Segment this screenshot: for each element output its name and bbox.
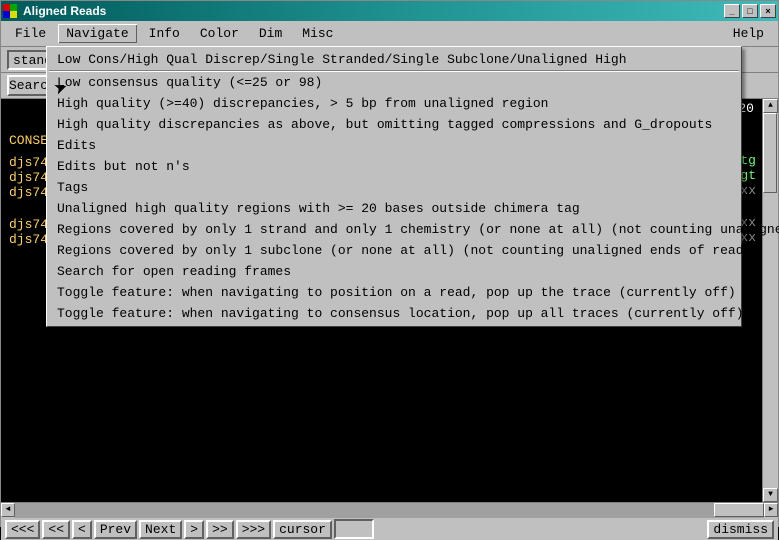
read-label-4: djs74 [9,217,48,232]
menu-info[interactable]: Info [141,24,188,43]
nav-dd-item-12[interactable]: Toggle feature: when navigating to conse… [47,303,741,324]
navigate-menu-dropdown: Low Cons/High Qual Discrep/Single Strand… [46,46,742,327]
menu-navigate[interactable]: Navigate [58,24,136,43]
nav-next-button[interactable]: Next [139,520,182,539]
nav-prevset-button[interactable]: << [42,520,70,539]
scroll-right-icon[interactable]: ► [764,503,778,517]
nav-dd-item-3[interactable]: High quality discrepancies as above, but… [47,114,741,135]
nav-dd-item-4[interactable]: Edits [47,135,741,156]
menu-help[interactable]: Help [725,24,772,43]
window-buttons: _ □ × [724,4,776,18]
cursor-button[interactable]: cursor [273,520,332,539]
nav-dd-item-8[interactable]: Regions covered by only 1 strand and onl… [47,219,741,240]
nav-dd-item-7[interactable]: Unaligned high quality regions with >= 2… [47,198,741,219]
nav-dd-item-1[interactable]: Low consensus quality (<=25 or 98) [47,72,741,93]
menu-dim[interactable]: Dim [251,24,290,43]
menu-file[interactable]: File [7,24,54,43]
nav-dd-item-5[interactable]: Edits but not n's [47,156,741,177]
nav-first-button[interactable]: <<< [5,520,40,539]
vertical-scrollbar[interactable]: ▲ ▼ [762,99,778,502]
nav-dd-item-2[interactable]: High quality (>=40) discrepancies, > 5 b… [47,93,741,114]
menubar: File Navigate Info Color Dim Misc Help [1,21,778,47]
read-labels-column: djs74 djs74 djs74 djs74 djs74 [9,155,48,247]
nav-dd-item-11[interactable]: Toggle feature: when navigating to posit… [47,282,741,303]
minimize-icon[interactable]: _ [724,4,740,18]
nav-dd-item-6[interactable]: Tags [47,177,741,198]
nav-prev1-button[interactable]: < [72,520,92,539]
nav-dd-item-9[interactable]: Regions covered by only 1 subclone (or n… [47,240,741,261]
read-label-5: djs74 [9,232,48,247]
read-label-2: djs74 [9,185,48,200]
nav-prev-button[interactable]: Prev [94,520,137,539]
read-label-1: djs74 [9,170,48,185]
maximize-icon[interactable]: □ [742,4,758,18]
nav-dd-item-0[interactable]: Low Cons/High Qual Discrep/Single Strand… [47,49,741,70]
read-label-3 [9,200,48,217]
titlebar: Aligned Reads _ □ × [1,1,778,21]
scroll-track-h[interactable] [15,503,764,518]
menu-misc[interactable]: Misc [294,24,341,43]
scroll-thumb-v[interactable] [763,113,777,193]
app-icon [3,4,17,18]
nav-last-button[interactable]: >>> [236,520,271,539]
nav-next1-button[interactable]: > [184,520,204,539]
scroll-down-icon[interactable]: ▼ [763,488,778,502]
scroll-thumb-h[interactable] [714,503,764,517]
close-icon[interactable]: × [760,4,776,18]
horizontal-scrollbar[interactable]: ◄ ► [1,502,778,518]
scroll-left-icon[interactable]: ◄ [1,503,15,517]
dismiss-button[interactable]: dismiss [707,520,774,539]
nav-nextset-button[interactable]: >> [206,520,234,539]
menu-color[interactable]: Color [192,24,247,43]
nav-dd-item-10[interactable]: Search for open reading frames [47,261,741,282]
window-title: Aligned Reads [23,4,724,18]
bottom-navbar: <<< << < Prev Next > >> >>> cursor dismi… [1,518,778,540]
scroll-up-icon[interactable]: ▲ [763,99,778,113]
consensus-label: CONSE [9,133,48,148]
read-label-0: djs74 [9,155,48,170]
cursor-field[interactable] [334,519,374,539]
